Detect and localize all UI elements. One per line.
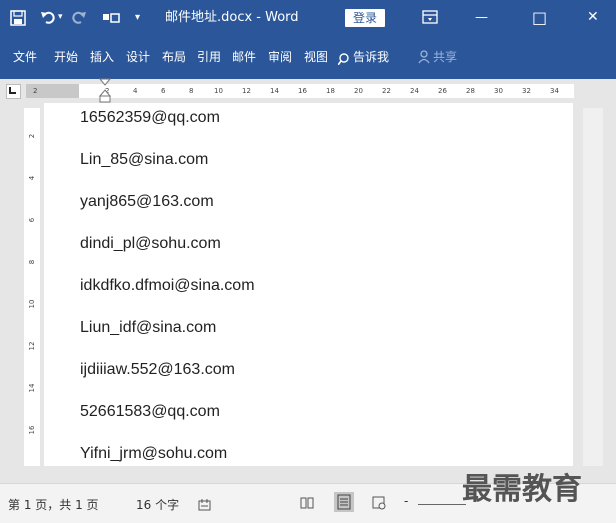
email-line[interactable]: Yifni_jrm@sohu.com: [80, 445, 227, 463]
ruler-number: 4: [133, 87, 138, 95]
page-count[interactable]: 第 1 页，共 1 页: [8, 496, 99, 513]
email-line[interactable]: Liun_idf@sina.com: [80, 319, 216, 337]
ruler-number: 28: [466, 87, 475, 95]
vruler-number: 2: [28, 133, 36, 139]
left-tab-icon: [9, 87, 16, 94]
vruler-number: 14: [28, 383, 36, 393]
tab-file[interactable]: 文件: [13, 47, 37, 67]
undo-icon[interactable]: [40, 9, 56, 25]
login-button[interactable]: 登录: [345, 9, 386, 27]
ruler-number: 20: [354, 87, 363, 95]
maximize-button[interactable]: □: [532, 0, 547, 35]
ruler-number: 12: [242, 87, 251, 95]
title-bar: ▾ ▾ 邮件地址.docx - Word 登录 — □ ✕: [0, 0, 616, 35]
ruler-number: 10: [214, 87, 223, 95]
zoom-slider[interactable]: [418, 504, 466, 505]
save-icon[interactable]: [10, 10, 26, 26]
zoom-out-button[interactable]: -: [404, 494, 408, 508]
vruler-number: 10: [28, 299, 36, 309]
customize-qat-icon[interactable]: ▾: [135, 0, 140, 35]
tab-view[interactable]: 视图: [304, 47, 328, 67]
tab-insert[interactable]: 插入: [90, 47, 114, 67]
redo-icon[interactable]: [71, 9, 87, 25]
ruler-number: 18: [326, 87, 335, 95]
tell-me-box[interactable]: 告诉我: [353, 47, 389, 67]
email-line[interactable]: idkdfko.dfmoi@sina.com: [80, 277, 255, 295]
undo-dropdown-icon[interactable]: ▾: [58, 0, 63, 35]
touch-mode-icon[interactable]: [102, 11, 120, 25]
ruler-number: 6: [161, 87, 166, 95]
word-count[interactable]: 16 个字: [136, 496, 179, 513]
print-layout-icon[interactable]: [334, 492, 354, 512]
vertical-ruler[interactable]: 2 4 6 8 10 12 14 16: [24, 108, 40, 466]
email-line[interactable]: 16562359@qq.com: [80, 109, 220, 127]
ruler-number: 24: [410, 87, 419, 95]
share-icon[interactable]: [418, 49, 430, 68]
web-layout-icon[interactable]: [372, 495, 386, 510]
tab-design[interactable]: 设计: [126, 47, 150, 67]
ribbon-tabs: 文件 开始 插入 设计 布局 引用 邮件 审阅 视图 告诉我 共享: [0, 35, 616, 79]
ruler-number: 22: [382, 87, 391, 95]
email-line[interactable]: Lin_85@sina.com: [80, 151, 208, 169]
tab-home[interactable]: 开始: [54, 47, 78, 67]
ruler-number: 2: [33, 87, 38, 95]
ruler-number: 30: [494, 87, 503, 95]
ruler-number: 34: [550, 87, 559, 95]
email-line[interactable]: ijdiiiaw.552@163.com: [80, 361, 235, 379]
search-icon[interactable]: [337, 50, 350, 66]
email-line[interactable]: 52661583@qq.com: [80, 403, 220, 421]
tab-references[interactable]: 引用: [197, 47, 221, 67]
vruler-number: 16: [28, 425, 36, 435]
vruler-number: 4: [28, 175, 36, 181]
ruler-number: 32: [522, 87, 531, 95]
ruler-number: 8: [189, 87, 194, 95]
tab-layout[interactable]: 布局: [162, 47, 186, 67]
tab-mailings[interactable]: 邮件: [232, 47, 256, 67]
ruler-number: 26: [438, 87, 447, 95]
email-line[interactable]: yanj865@163.com: [80, 193, 214, 211]
ruler-number: 14: [270, 87, 279, 95]
read-mode-icon[interactable]: [300, 495, 314, 509]
vruler-number: 8: [28, 259, 36, 265]
vruler-number: 12: [28, 341, 36, 351]
ruler-number: 16: [298, 87, 307, 95]
share-button[interactable]: 共享: [433, 47, 457, 67]
vertical-scrollbar[interactable]: [583, 108, 603, 466]
watermark: 最需教育: [462, 472, 582, 507]
document-title: 邮件地址.docx - Word: [165, 10, 299, 25]
email-line[interactable]: dindi_pl@sohu.com: [80, 235, 221, 253]
ribbon-display-options-icon[interactable]: [422, 10, 438, 24]
minimize-button[interactable]: —: [475, 0, 488, 35]
tab-selector[interactable]: [6, 84, 21, 99]
tab-review[interactable]: 审阅: [268, 47, 292, 67]
close-button[interactable]: ✕: [587, 0, 599, 35]
vruler-number: 6: [28, 217, 36, 223]
proofing-icon[interactable]: [198, 496, 212, 511]
